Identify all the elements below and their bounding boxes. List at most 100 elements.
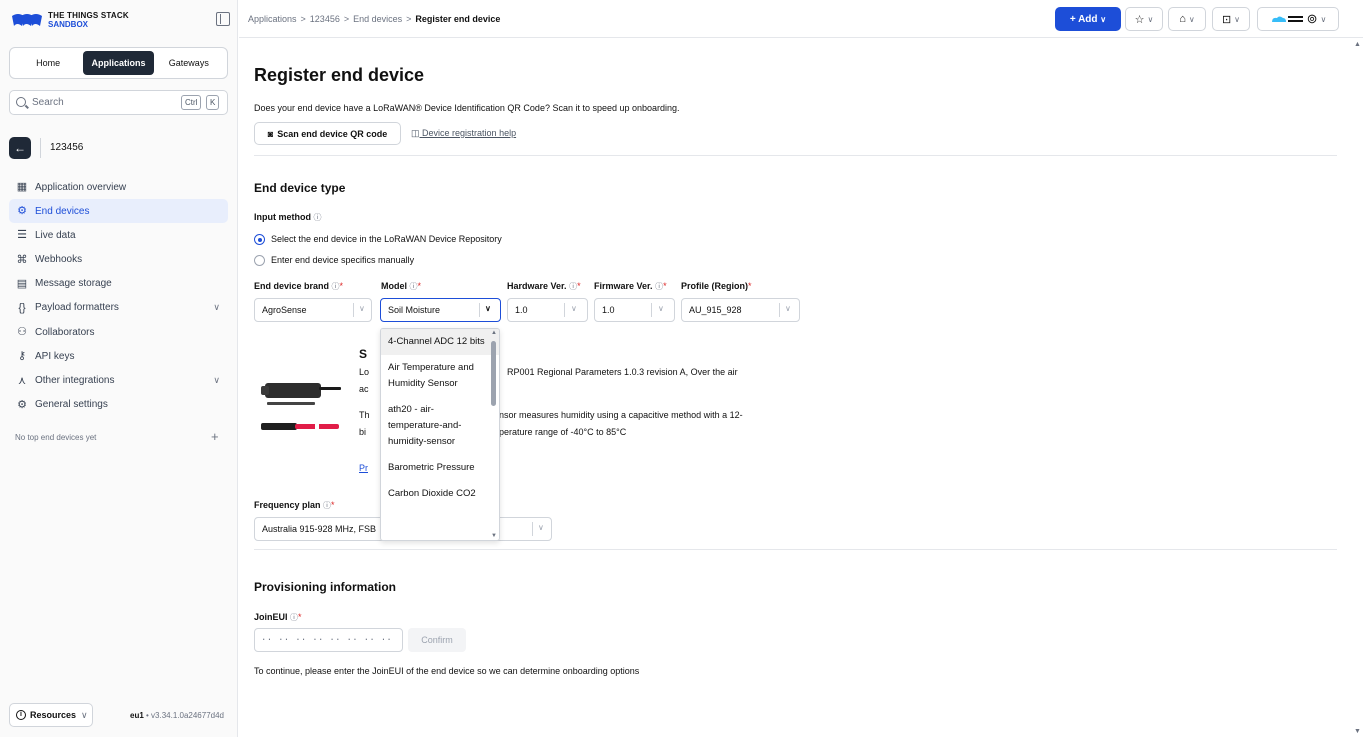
hardware-version-select[interactable]: 1.0 ∨ bbox=[507, 298, 588, 322]
help-icon[interactable]: ⓘ bbox=[290, 613, 298, 622]
sidebar-item-payload-formatters[interactable]: {} Payload formatters ∨ bbox=[9, 296, 228, 320]
grid-icon: ▦ bbox=[16, 181, 28, 193]
description-fragment: perature range of -40°C to 85°C bbox=[499, 427, 627, 437]
page-scrollbar[interactable]: ▲ ▼ bbox=[1352, 39, 1363, 737]
scroll-up-arrow-icon[interactable]: ▲ bbox=[1354, 41, 1361, 48]
model-option[interactable]: ath20 - air-temperature-and-humidity-sen… bbox=[381, 397, 499, 455]
profile-region-value: AU_915_928 bbox=[689, 305, 742, 315]
sidebar-nav: ▦ Application overview ⚙ End devices ☰ L… bbox=[9, 175, 228, 417]
radio-repository[interactable] bbox=[254, 234, 265, 245]
search-icon bbox=[16, 97, 26, 107]
breadcrumb-application[interactable]: 123456 bbox=[310, 14, 340, 24]
end-device-type-heading: End device type bbox=[254, 181, 346, 195]
divider bbox=[564, 303, 565, 317]
chevron-down-icon: ∨ bbox=[359, 304, 365, 313]
breadcrumb-current: Register end device bbox=[415, 14, 501, 24]
search-input[interactable]: Search Ctrl K bbox=[9, 90, 228, 115]
radio-manual[interactable] bbox=[254, 255, 265, 266]
back-arrow-icon[interactable]: ← bbox=[9, 137, 31, 159]
context-switcher: Home Applications Gateways bbox=[9, 47, 228, 79]
model-value: Soil Moisture bbox=[388, 305, 441, 315]
sidebar-item-webhooks[interactable]: ⌘ Webhooks bbox=[9, 248, 228, 272]
resources-label: Resources bbox=[30, 710, 77, 720]
device-product-link[interactable]: Pr bbox=[359, 463, 368, 473]
scan-qr-button[interactable]: ◙ Scan end device QR code bbox=[254, 122, 401, 145]
dropdown-scrollbar-thumb[interactable] bbox=[491, 341, 496, 406]
chevron-down-icon: ∨ bbox=[785, 304, 791, 313]
inbox-button[interactable]: ⊡ ∨ bbox=[1212, 7, 1250, 31]
account-menu-button[interactable]: ⊚ ∨ bbox=[1257, 7, 1339, 31]
divider bbox=[40, 138, 41, 158]
add-top-device-icon[interactable]: + bbox=[211, 429, 219, 444]
add-button-label: + Add bbox=[1069, 13, 1098, 25]
radio-repository-label[interactable]: Select the end device in the LoRaWAN Dev… bbox=[271, 234, 502, 244]
help-icon[interactable]: ⓘ bbox=[569, 282, 577, 291]
search-placeholder: Search bbox=[32, 97, 64, 108]
sidebar-item-label: Message storage bbox=[35, 278, 112, 290]
sidebar-item-general-settings[interactable]: ⚙ General settings bbox=[9, 393, 228, 417]
breadcrumb-applications[interactable]: Applications bbox=[248, 14, 297, 24]
required-marker: * bbox=[298, 612, 302, 622]
required-marker: * bbox=[663, 281, 667, 291]
add-button[interactable]: + Add ∨ bbox=[1055, 7, 1121, 31]
device-registration-help-link[interactable]: ◫ Device registration help bbox=[411, 128, 516, 139]
firmware-version-label: Firmware Ver. ⓘ* bbox=[594, 281, 667, 292]
application-name: 123456 bbox=[50, 142, 84, 153]
brand-select[interactable]: AgroSense ∨ bbox=[254, 298, 372, 322]
frequency-plan-value: Australia 915-928 MHz, FSB bbox=[262, 524, 377, 534]
chevron-down-icon: ∨ bbox=[1320, 14, 1327, 24]
model-select[interactable]: Soil Moisture ∨ bbox=[380, 298, 501, 322]
sidebar-item-collaborators[interactable]: ⚇ Collaborators bbox=[9, 320, 228, 344]
frequency-plan-label-text: Frequency plan bbox=[254, 500, 321, 510]
breadcrumb-end-devices[interactable]: End devices bbox=[353, 14, 402, 24]
firmware-version-label-text: Firmware Ver. bbox=[594, 281, 653, 291]
continue-hint: To continue, please enter the JoinEUI of… bbox=[254, 666, 640, 676]
help-icon[interactable]: ⓘ bbox=[323, 501, 331, 510]
help-icon[interactable]: ⓘ bbox=[314, 213, 322, 222]
bookmarks-button[interactable]: ☆ ∨ bbox=[1125, 7, 1163, 31]
sidebar-item-api-keys[interactable]: ⚷ API keys bbox=[9, 344, 228, 368]
model-option[interactable]: Carbon Dioxide CO2 bbox=[381, 481, 499, 507]
sidebar-item-label: End devices bbox=[35, 205, 90, 217]
sidebar-item-message-storage[interactable]: ▤ Message storage bbox=[9, 272, 228, 296]
sidebar-item-end-devices[interactable]: ⚙ End devices bbox=[9, 199, 228, 224]
scroll-down-arrow-icon[interactable]: ▼ bbox=[491, 533, 497, 539]
description-fragment: RP001 Regional Parameters 1.0.3 revision… bbox=[507, 367, 738, 377]
resources-button[interactable]: i Resources ∨ bbox=[9, 703, 93, 727]
sidebar-collapse-icon[interactable] bbox=[216, 12, 230, 26]
sidebar-item-label: API keys bbox=[35, 350, 75, 362]
scroll-up-arrow-icon[interactable]: ▲ bbox=[491, 330, 497, 336]
divider bbox=[353, 303, 354, 317]
tags-button[interactable]: ⌂ ∨ bbox=[1168, 7, 1206, 31]
tab-home[interactable]: Home bbox=[13, 51, 83, 75]
help-icon[interactable]: ⓘ bbox=[332, 282, 340, 291]
device-title: S bbox=[359, 347, 368, 361]
firmware-version-select[interactable]: 1.0 ∨ bbox=[594, 298, 675, 322]
profile-region-select[interactable]: AU_915_928 ∨ bbox=[681, 298, 800, 322]
tag-icon: ⌂ bbox=[1179, 13, 1186, 25]
shortcut-key-k: K bbox=[206, 95, 220, 110]
confirm-button[interactable]: Confirm bbox=[408, 628, 466, 652]
radio-manual-label[interactable]: Enter end device specifics manually bbox=[271, 255, 414, 265]
sidebar-item-other-integrations[interactable]: ⋏ Other integrations ∨ bbox=[9, 369, 228, 393]
tab-gateways[interactable]: Gateways bbox=[154, 51, 224, 75]
list-icon: ☰ bbox=[17, 229, 27, 242]
joineui-input[interactable]: ·· ·· ·· ·· ·· ·· ·· ·· bbox=[254, 628, 403, 652]
brand-label: End device brand ⓘ* bbox=[254, 281, 343, 292]
things-stack-logo-icon bbox=[12, 14, 42, 26]
qr-prompt: Does your end device have a LoRaWAN® Dev… bbox=[254, 103, 680, 113]
scroll-down-arrow-icon[interactable]: ▼ bbox=[1354, 728, 1361, 735]
database-icon: ▤ bbox=[16, 277, 28, 290]
sidebar-item-application-overview[interactable]: ▦ Application overview bbox=[9, 175, 228, 199]
chevron-down-icon: ∨ bbox=[538, 523, 544, 532]
sidebar-item-live-data[interactable]: ☰ Live data bbox=[9, 223, 228, 247]
tab-applications[interactable]: Applications bbox=[83, 51, 154, 75]
help-icon[interactable]: ⓘ bbox=[410, 282, 418, 291]
divider bbox=[254, 549, 1337, 550]
model-option[interactable]: Air Temperature and Humidity Sensor bbox=[381, 355, 499, 397]
model-option[interactable]: Barometric Pressure bbox=[381, 455, 499, 481]
model-option[interactable]: 4-Channel ADC 12 bits bbox=[381, 329, 499, 355]
chevron-down-icon: ∨ bbox=[213, 374, 220, 385]
hardware-version-label-text: Hardware Ver. bbox=[507, 281, 567, 291]
help-icon[interactable]: ⓘ bbox=[655, 282, 663, 291]
